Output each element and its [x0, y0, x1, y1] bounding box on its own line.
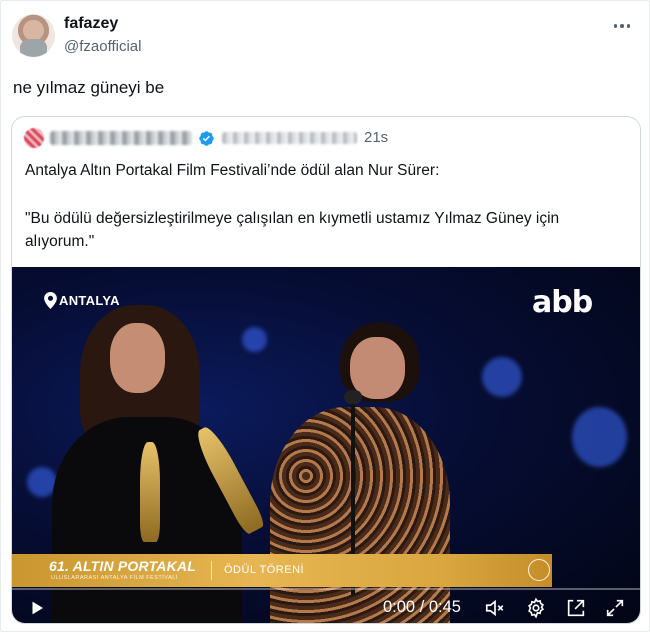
more-options-button[interactable]	[611, 15, 633, 37]
stage-light	[482, 357, 522, 397]
lower-third-banner: 61. ALTIN PORTAKAL ULUSLARARASI ANTALYA …	[12, 554, 552, 587]
video-controls: 0:00 / 0:45	[12, 592, 640, 623]
popout-button[interactable]	[564, 596, 588, 620]
play-icon	[32, 601, 43, 615]
quoted-timestamp[interactable]: 21s	[364, 129, 388, 146]
person-left-face	[110, 323, 165, 393]
lower-third-subtitle: ULUSLARARASI ANTALYA FİLM FESTİVALİ	[51, 575, 178, 581]
fullscreen-button[interactable]	[603, 596, 627, 620]
lower-third-divider	[211, 561, 212, 580]
video-time-display: 0:00 / 0:45	[383, 598, 461, 616]
muted-icon	[485, 599, 504, 617]
antalya-logo: ANTALYA	[44, 292, 120, 309]
person-right-face	[350, 337, 405, 399]
antalya-logo-text: ANTALYA	[59, 293, 120, 308]
lower-third-label: ÖDÜL TÖRENİ	[224, 564, 305, 576]
popout-icon	[567, 599, 585, 617]
microphone	[344, 390, 362, 404]
quoted-author-name-blurred	[50, 131, 192, 145]
location-pin-icon	[44, 292, 57, 309]
stage-light	[242, 327, 267, 352]
lower-third-title: 61. ALTIN PORTAKAL	[49, 558, 196, 574]
mute-button[interactable]	[483, 596, 507, 620]
tweet-text: ne yılmaz güneyi be	[13, 78, 165, 97]
video-player[interactable]: ANTALYA abb 61. ALTIN PORTAKAL ULUSLARAR…	[12, 267, 640, 623]
play-button[interactable]	[25, 596, 49, 620]
settings-button[interactable]	[524, 596, 548, 620]
quoted-author-avatar-blurred	[24, 128, 44, 148]
verified-badge-icon	[199, 131, 214, 146]
lower-third-emblem	[528, 559, 550, 581]
stage-light	[572, 407, 627, 467]
quoted-tweet[interactable]: 21s Antalya Altın Portakal Film Festival…	[11, 116, 641, 624]
gear-icon	[528, 597, 544, 619]
video-progress-bar[interactable]	[12, 588, 640, 590]
more-dots-icon	[612, 24, 632, 28]
quoted-text-intro: Antalya Altın Portakal Film Festivali’nd…	[25, 162, 440, 179]
quoted-text-quote: "Bu ödülü değersizleştirilmeye çalışılan…	[25, 210, 560, 250]
fullscreen-icon	[606, 599, 624, 617]
tweet-card: fafazey @fzaofficial ne yılmaz güneyi be…	[0, 0, 650, 632]
author-display-name[interactable]: fafazey	[64, 15, 118, 33]
abb-logo: abb	[532, 285, 593, 320]
author-avatar[interactable]	[12, 14, 55, 57]
author-handle[interactable]: @fzaofficial	[64, 38, 141, 55]
trophy-left	[140, 442, 160, 542]
quoted-author-handle-blurred	[222, 132, 357, 144]
